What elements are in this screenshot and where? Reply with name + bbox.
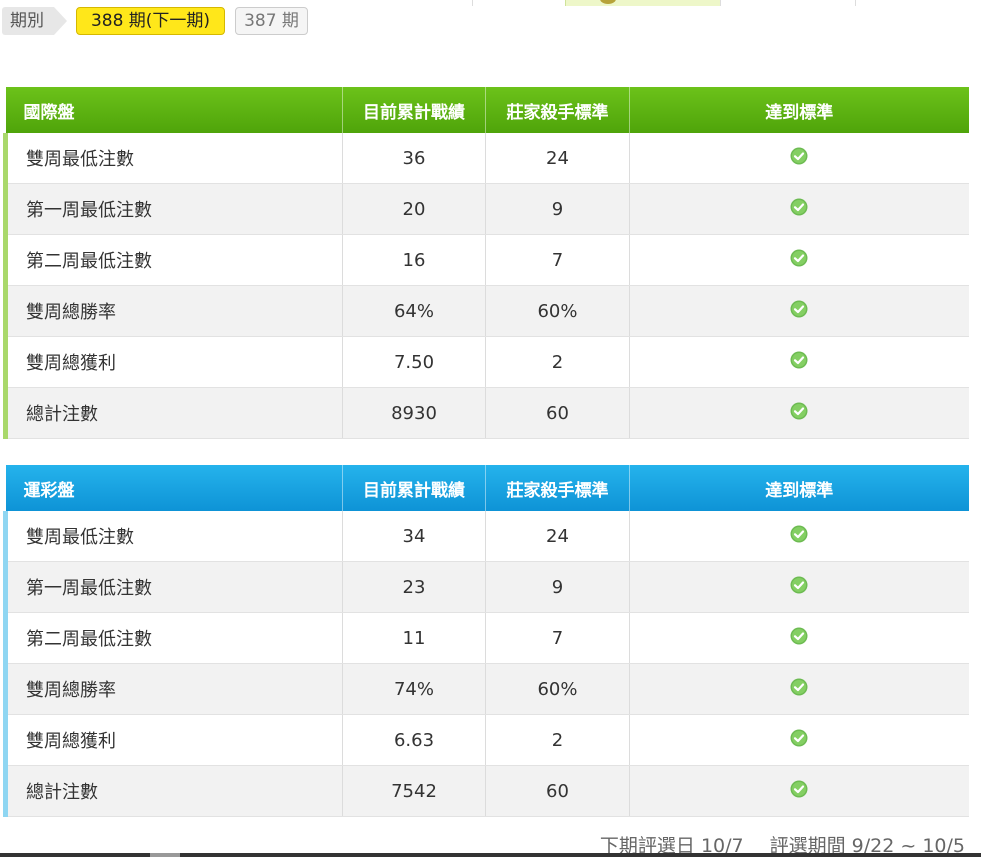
standard-value: 60% — [485, 285, 630, 337]
met-status — [629, 285, 969, 337]
row-label: 總計注數 — [3, 387, 343, 439]
row-label: 雙周總獲利 — [3, 336, 343, 388]
current-value: 74% — [342, 663, 486, 715]
current-value: 11 — [342, 612, 486, 664]
standard-value: 2 — [485, 714, 630, 766]
column-header-met: 達到標準 — [629, 87, 969, 133]
top-nav-tab[interactable] — [855, 0, 981, 6]
met-status — [629, 183, 969, 235]
check-circle-icon — [790, 351, 808, 368]
period-387-button[interactable]: 387 期 — [235, 7, 308, 35]
column-header-current: 目前累計戰績 — [342, 87, 486, 133]
table-header-row: 運彩盤 目前累計戰績 莊家殺手標準 達到標準 — [5, 465, 969, 511]
check-circle-icon — [790, 249, 808, 266]
table-row: 雙周最低注數 34 24 — [3, 511, 969, 562]
met-status — [629, 612, 969, 664]
table-title: 國際盤 — [5, 87, 343, 133]
met-status — [629, 663, 969, 715]
check-circle-icon — [790, 576, 808, 593]
row-label: 雙周總勝率 — [3, 285, 343, 337]
table-row: 第二周最低注數 11 7 — [3, 612, 969, 664]
current-value: 7542 — [342, 765, 486, 817]
table-row: 雙周總勝率 64% 60% — [3, 285, 969, 337]
standard-value: 24 — [485, 133, 630, 184]
column-header-current: 目前累計戰績 — [342, 465, 486, 511]
table-row: 第二周最低注數 16 7 — [3, 234, 969, 286]
current-value: 6.63 — [342, 714, 486, 766]
check-circle-icon — [790, 525, 808, 542]
horizontal-scrollbar[interactable] — [0, 853, 981, 857]
row-label: 雙周最低注數 — [3, 133, 343, 184]
scrollbar-thumb[interactable] — [150, 853, 180, 857]
row-label: 第二周最低注數 — [3, 234, 343, 286]
current-value: 16 — [342, 234, 486, 286]
table-row: 第一周最低注數 23 9 — [3, 561, 969, 613]
row-label: 總計注數 — [3, 765, 343, 817]
sports-lottery-table-panel: 運彩盤 目前累計戰績 莊家殺手標準 達到標準 雙周最低注數 34 24 第一周最低注數… — [3, 465, 969, 817]
table-row: 雙周總獲利 6.63 2 — [3, 714, 969, 766]
top-nav-strip — [0, 0, 981, 6]
row-label: 雙周最低注數 — [3, 511, 343, 562]
met-status — [629, 234, 969, 286]
standard-value: 60 — [485, 387, 630, 439]
check-circle-icon — [790, 729, 808, 746]
current-value: 8930 — [342, 387, 486, 439]
table-row: 總計注數 7542 60 — [3, 765, 969, 817]
column-header-standard: 莊家殺手標準 — [485, 465, 630, 511]
standard-value: 60% — [485, 663, 630, 715]
current-value: 36 — [342, 133, 486, 184]
top-nav-tab[interactable] — [720, 0, 855, 6]
met-status — [629, 714, 969, 766]
current-value: 64% — [342, 285, 486, 337]
met-status — [629, 511, 969, 562]
current-value: 7.50 — [342, 336, 486, 388]
check-circle-icon — [790, 780, 808, 797]
met-status — [629, 133, 969, 184]
met-status — [629, 387, 969, 439]
current-value: 23 — [342, 561, 486, 613]
check-circle-icon — [790, 627, 808, 644]
check-circle-icon — [790, 300, 808, 317]
current-value: 34 — [342, 511, 486, 562]
row-label: 雙周總勝率 — [3, 663, 343, 715]
standard-value: 60 — [485, 765, 630, 817]
table-row: 雙周最低注數 36 24 — [3, 133, 969, 184]
period-388-button[interactable]: 388 期(下一期) — [76, 7, 225, 35]
check-circle-icon — [790, 402, 808, 419]
column-header-standard: 莊家殺手標準 — [485, 87, 630, 133]
met-status — [629, 336, 969, 388]
check-circle-icon — [790, 147, 808, 164]
standard-value: 24 — [485, 511, 630, 562]
check-circle-icon — [790, 678, 808, 695]
international-table-panel: 國際盤 目前累計戰績 莊家殺手標準 達到標準 雙周最低注數 36 24 第一周最低注數… — [3, 87, 969, 439]
standard-value: 7 — [485, 612, 630, 664]
table-header-row: 國際盤 目前累計戰績 莊家殺手標準 達到標準 — [5, 87, 969, 133]
standard-value: 7 — [485, 234, 630, 286]
sports-lottery-stats-table: 運彩盤 目前累計戰績 莊家殺手標準 達到標準 雙周最低注數 34 24 第一周最低注數… — [3, 465, 969, 817]
current-value: 20 — [342, 183, 486, 235]
met-status — [629, 561, 969, 613]
table-row: 雙周總勝率 74% 60% — [3, 663, 969, 715]
international-stats-table: 國際盤 目前累計戰績 莊家殺手標準 達到標準 雙周最低注數 36 24 第一周最低注數… — [3, 87, 969, 439]
table-row: 雙周總獲利 7.50 2 — [3, 336, 969, 388]
row-label: 第二周最低注數 — [3, 612, 343, 664]
column-header-met: 達到標準 — [629, 465, 969, 511]
table-row: 總計注數 8930 60 — [3, 387, 969, 439]
top-nav-tab[interactable] — [472, 0, 565, 6]
standard-value: 9 — [485, 561, 630, 613]
row-label: 第一周最低注數 — [3, 183, 343, 235]
standard-value: 2 — [485, 336, 630, 388]
check-circle-icon — [790, 198, 808, 215]
row-label: 第一周最低注數 — [3, 561, 343, 613]
row-label: 雙周總獲利 — [3, 714, 343, 766]
met-status — [629, 765, 969, 817]
international-table-body: 雙周最低注數 36 24 第一周最低注數 20 9 第二周最低注數 16 7 雙周總勝率 64% 60… — [3, 133, 969, 439]
period-label: 期別 — [2, 7, 67, 35]
table-title: 運彩盤 — [5, 465, 343, 511]
sports-lottery-table-body: 雙周最低注數 34 24 第一周最低注數 23 9 第二周最低注數 11 7 雙周總勝率 74% 60… — [3, 511, 969, 817]
standard-value: 9 — [485, 183, 630, 235]
top-nav-tab-active[interactable] — [565, 0, 720, 6]
table-row: 第一周最低注數 20 9 — [3, 183, 969, 235]
